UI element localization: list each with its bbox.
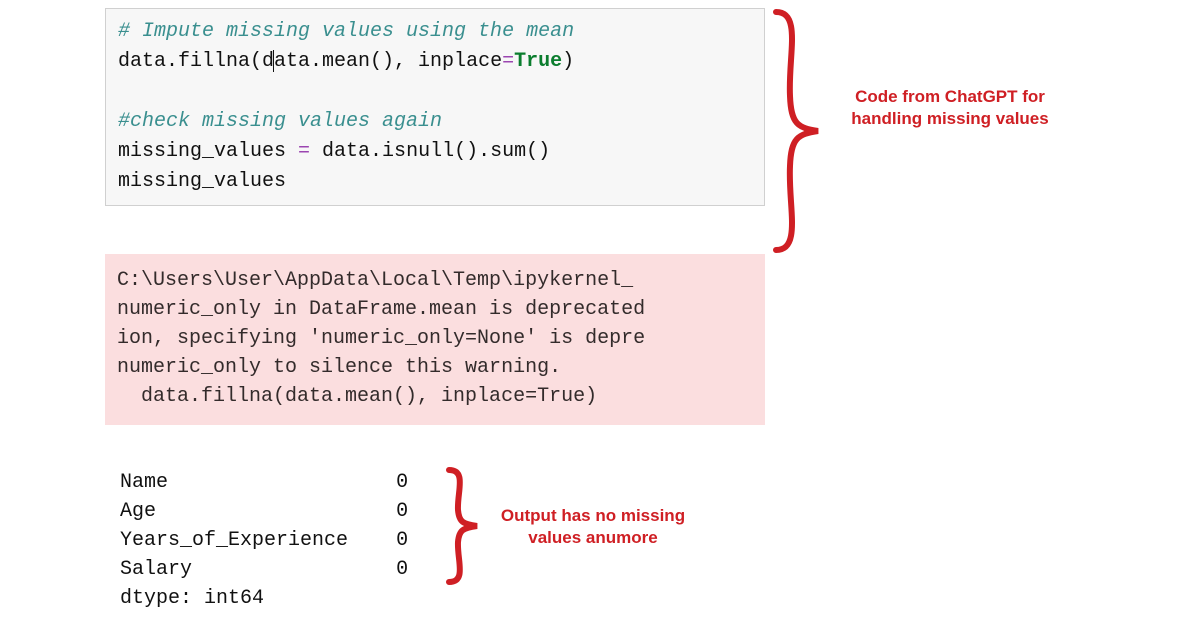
code-op-eq2: =: [298, 140, 310, 163]
annotation-top: Code from ChatGPT for handling missing v…: [850, 86, 1050, 130]
code-line-4c: data.isnull().sum(): [310, 140, 550, 163]
code-line-5: missing_values: [118, 170, 286, 193]
code-true: True: [514, 50, 562, 73]
out-row1-key: Name: [120, 471, 168, 494]
out-row3-val: 0: [396, 529, 408, 552]
code-line-4a: missing_values: [118, 140, 298, 163]
result-output: Name 0 Age 0 Years_of_Experience 0 Salar…: [120, 468, 408, 613]
code-op-eq1: =: [502, 50, 514, 73]
out-row2-val: 0: [396, 500, 408, 523]
out-dtype: dtype: int64: [120, 587, 264, 610]
warning-line-4: numeric_only to silence this warning.: [117, 356, 561, 379]
out-row2-key: Age: [120, 500, 156, 523]
code-paren: ): [562, 50, 574, 73]
curly-brace-icon: [768, 6, 828, 256]
code-line-2a: data.fillna(d: [118, 50, 274, 73]
out-row1-val: 0: [396, 471, 408, 494]
out-row4-key: Salary: [120, 558, 192, 581]
code-comment-1: # Impute missing values using the mean: [118, 20, 574, 43]
annotation-bottom: Output has no missing values anumore: [498, 505, 688, 549]
warning-line-1: C:\Users\User\AppData\Local\Temp\ipykern…: [117, 269, 633, 292]
warning-output: C:\Users\User\AppData\Local\Temp\ipykern…: [105, 254, 765, 425]
curly-brace-icon: [443, 466, 483, 586]
warning-line-3: ion, specifying 'numeric_only=None' is d…: [117, 327, 645, 350]
code-line-2b: ata.mean(), inplace: [274, 50, 502, 73]
out-row4-val: 0: [396, 558, 408, 581]
warning-line-5: data.fillna(data.mean(), inplace=True): [117, 385, 597, 408]
warning-line-2: numeric_only in DataFrame.mean is deprec…: [117, 298, 645, 321]
code-cell[interactable]: # Impute missing values using the mean d…: [105, 8, 765, 206]
out-row3-key: Years_of_Experience: [120, 529, 348, 552]
code-comment-2: #check missing values again: [118, 110, 442, 133]
